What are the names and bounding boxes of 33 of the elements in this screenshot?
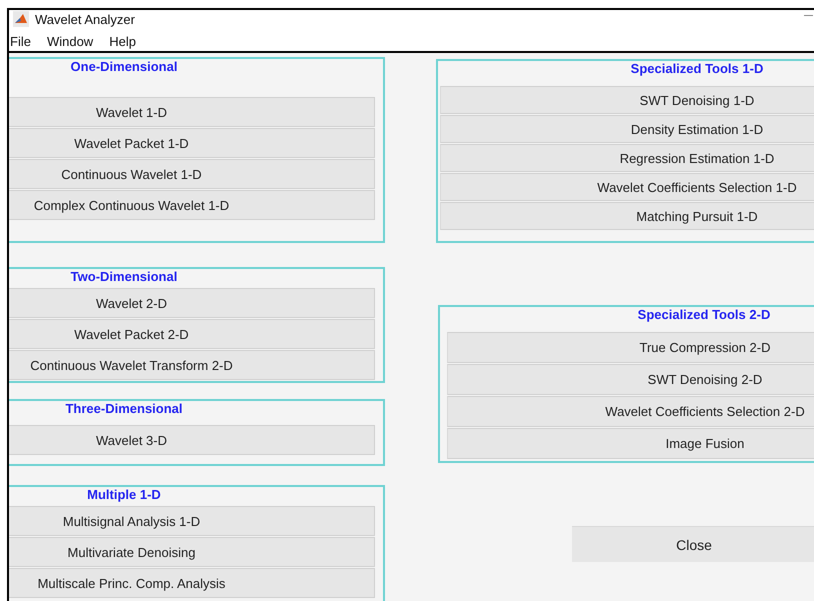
tool-button[interactable]: Wavelet 1-D bbox=[9, 97, 375, 127]
menu-item[interactable]: File bbox=[10, 34, 31, 49]
minimize-icon[interactable] bbox=[804, 15, 813, 16]
tool-button[interactable]: Regression Estimation 1-D bbox=[440, 144, 814, 172]
tool-button[interactable]: Wavelet 3-D bbox=[9, 425, 375, 455]
tool-button[interactable]: Multivariate Denoising bbox=[9, 537, 375, 567]
tool-button[interactable]: Complex Continuous Wavelet 1-D bbox=[9, 190, 375, 220]
tool-button[interactable]: Image Fusion bbox=[447, 428, 814, 459]
tool-button[interactable]: Matching Pursuit 1-D bbox=[440, 202, 814, 230]
panel-title: Three-Dimensional bbox=[65, 401, 183, 418]
panel-title: Two-Dimensional bbox=[70, 269, 178, 286]
menu-item[interactable]: Help bbox=[109, 34, 136, 49]
menu-item[interactable]: Window bbox=[46, 34, 94, 49]
tool-button[interactable]: SWT Denoising 1-D bbox=[440, 86, 814, 114]
tool-button[interactable]: Density Estimation 1-D bbox=[440, 115, 814, 143]
tool-button[interactable]: Multiscale Princ. Comp. Analysis bbox=[9, 568, 375, 598]
panel-title: One-Dimensional bbox=[70, 59, 178, 74]
tool-button[interactable]: Multisignal Analysis 1-D bbox=[9, 506, 375, 536]
tool-button[interactable]: Wavelet Coefficients Selection 1-D bbox=[440, 173, 814, 201]
tool-button[interactable]: Wavelet Packet 1-D bbox=[9, 128, 375, 158]
tool-button[interactable]: Wavelet Coefficients Selection 2-D bbox=[447, 396, 814, 427]
tool-button[interactable]: Wavelet Packet 2-D bbox=[9, 319, 375, 349]
tool-button[interactable]: Wavelet 2-D bbox=[9, 288, 375, 318]
tool-button[interactable]: SWT Denoising 2-D bbox=[447, 364, 814, 395]
tool-button[interactable]: Continuous Wavelet 1-D bbox=[9, 159, 375, 189]
tool-button[interactable]: Continuous Wavelet Transform 2-D bbox=[9, 350, 375, 380]
close-button[interactable]: Close bbox=[572, 526, 814, 562]
panel-title: Specialized Tools 1-D bbox=[630, 61, 764, 78]
panel-title: Specialized Tools 2-D bbox=[638, 307, 770, 324]
window-title: Wavelet Analyzer bbox=[35, 12, 135, 26]
tool-button[interactable]: True Compression 2-D bbox=[447, 332, 814, 363]
panel-title: Multiple 1-D bbox=[87, 487, 161, 504]
mountain-icon bbox=[13, 11, 29, 27]
